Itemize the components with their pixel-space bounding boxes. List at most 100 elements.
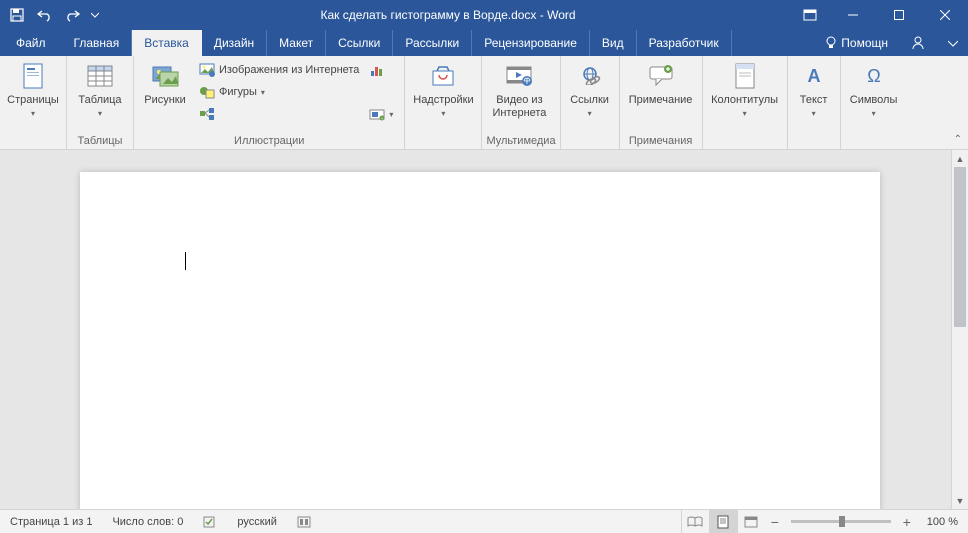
online-video-button[interactable]: Видео из Интернета: [486, 58, 552, 122]
tell-me-button[interactable]: Помощн: [815, 36, 898, 50]
pictures-button[interactable]: Рисунки: [138, 58, 192, 109]
scroll-thumb[interactable]: [954, 167, 966, 327]
svg-text:A: A: [807, 66, 820, 86]
dropdown-arrow-icon: ▾: [389, 110, 393, 119]
scroll-up-button[interactable]: ▲: [952, 150, 968, 167]
page-number-status[interactable]: Страница 1 из 1: [0, 510, 102, 533]
window-controls: [830, 0, 968, 30]
ribbon-display-options-button[interactable]: [790, 0, 830, 30]
status-bar: Страница 1 из 1 Число слов: 0 русский − …: [0, 509, 968, 533]
group-label: [845, 134, 903, 149]
document-area: ▲ ▼: [0, 150, 968, 509]
close-button[interactable]: [922, 0, 968, 30]
comments-pane-button[interactable]: [938, 30, 968, 56]
dropdown-arrow-icon: ▾: [31, 109, 35, 118]
tab-design[interactable]: Дизайн: [202, 30, 267, 56]
online-video-label: Видео из Интернета: [488, 94, 550, 120]
tab-file[interactable]: Файл: [0, 30, 62, 56]
comment-icon: [645, 60, 677, 92]
header-footer-button[interactable]: Колонтитулы▾: [707, 58, 783, 122]
group-text: A Текст ▾: [788, 56, 841, 149]
tab-mailings[interactable]: Рассылки: [393, 30, 472, 56]
pages-label: Страницы: [7, 94, 59, 106]
text-label: Текст: [800, 94, 828, 106]
qat-customize-button[interactable]: [88, 2, 102, 28]
svg-text:Ω: Ω: [867, 66, 880, 86]
macro-icon: [297, 516, 311, 528]
online-pictures-label: Изображения из Интернета: [219, 64, 359, 76]
read-mode-button[interactable]: [681, 510, 709, 533]
video-icon: [503, 60, 535, 92]
zoom-level-button[interactable]: 100 %: [917, 516, 968, 528]
table-label: Таблица: [78, 94, 121, 106]
group-comments: Примечание Примечания: [620, 56, 703, 149]
macro-status[interactable]: [287, 510, 321, 533]
collapse-ribbon-button[interactable]: ⌃: [954, 134, 962, 145]
pictures-label: Рисунки: [144, 94, 186, 107]
shapes-button[interactable]: Фигуры ▾: [196, 82, 362, 102]
tab-review[interactable]: Рецензирование: [472, 30, 590, 56]
tab-developer[interactable]: Разработчик: [637, 30, 732, 56]
web-layout-button[interactable]: [737, 510, 765, 533]
web-layout-icon: [744, 516, 758, 528]
addins-button[interactable]: Надстройки▾: [409, 58, 477, 122]
online-pictures-icon: [199, 62, 215, 78]
smartart-icon: [199, 106, 215, 122]
chart-button[interactable]: [366, 60, 396, 80]
shapes-label: Фигуры: [219, 86, 257, 98]
undo-button[interactable]: [32, 2, 58, 28]
group-label: [792, 134, 836, 149]
smartart-button[interactable]: [196, 104, 362, 124]
group-tables: Таблица▾ Таблицы: [67, 56, 134, 149]
minimize-button[interactable]: [830, 0, 876, 30]
share-button[interactable]: [898, 30, 938, 56]
tab-insert[interactable]: Вставка: [132, 30, 202, 56]
group-links: Ссылки▾: [561, 56, 620, 149]
save-button[interactable]: [4, 2, 30, 28]
online-pictures-button[interactable]: Изображения из Интернета: [196, 60, 362, 80]
symbols-button[interactable]: Ω Символы▾: [845, 58, 903, 122]
tab-references[interactable]: Ссылки: [326, 30, 393, 56]
group-label: [409, 134, 477, 149]
group-label-illustrations: Иллюстрации: [138, 134, 400, 149]
vertical-scrollbar[interactable]: ▲ ▼: [951, 150, 968, 509]
tab-layout[interactable]: Макет: [267, 30, 326, 56]
redo-button[interactable]: [60, 2, 86, 28]
screenshot-icon: +: [369, 106, 385, 122]
page-icon: [17, 60, 49, 92]
group-label: [4, 134, 62, 149]
spell-check-status[interactable]: [193, 510, 227, 533]
table-icon: [84, 60, 116, 92]
zoom-slider-thumb[interactable]: [839, 516, 845, 527]
tab-view[interactable]: Вид: [590, 30, 637, 56]
language-status[interactable]: русский: [227, 510, 286, 533]
group-media: Видео из Интернета Мультимедиа: [482, 56, 560, 149]
screenshot-button[interactable]: + ▾: [366, 104, 396, 124]
maximize-button[interactable]: [876, 0, 922, 30]
picture-icon: [149, 60, 181, 92]
zoom-out-button[interactable]: −: [765, 514, 785, 530]
dropdown-arrow-icon: ▾: [812, 109, 816, 118]
document-page[interactable]: [80, 172, 880, 509]
comment-button[interactable]: Примечание: [624, 58, 698, 109]
link-icon: [574, 60, 606, 92]
zoom-slider[interactable]: [791, 520, 891, 523]
pages-button[interactable]: Страницы ▾: [4, 58, 62, 122]
group-label: [565, 134, 615, 149]
links-button[interactable]: Ссылки▾: [565, 58, 615, 122]
tell-me-label: Помощн: [841, 36, 888, 50]
window-title: Как сделать гистограмму в Ворде.docx - W…: [106, 8, 790, 22]
scroll-down-button[interactable]: ▼: [952, 492, 968, 509]
text-button[interactable]: A Текст ▾: [792, 58, 836, 122]
omega-icon: Ω: [858, 60, 890, 92]
word-count-status[interactable]: Число слов: 0: [102, 510, 193, 533]
tab-home[interactable]: Главная: [62, 30, 133, 56]
title-bar: Как сделать гистограмму в Ворде.docx - W…: [0, 0, 968, 30]
zoom-in-button[interactable]: +: [897, 514, 917, 530]
table-button[interactable]: Таблица▾: [71, 58, 129, 122]
group-pages: Страницы ▾: [0, 56, 67, 149]
print-layout-button[interactable]: [709, 510, 737, 533]
group-header-footer: Колонтитулы▾: [703, 56, 788, 149]
ribbon: Страницы ▾ Таблица▾ Таблицы Рисунки: [0, 56, 968, 150]
shapes-icon: [199, 84, 215, 100]
